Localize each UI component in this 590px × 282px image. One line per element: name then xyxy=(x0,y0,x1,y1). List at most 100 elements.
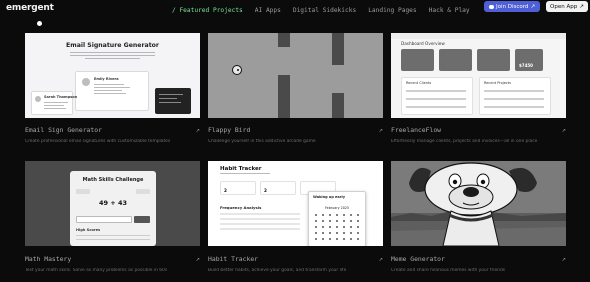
nav-landing-pages[interactable]: Landing Pages xyxy=(368,7,416,14)
calendar-day xyxy=(315,214,317,216)
calendar-day xyxy=(329,226,331,228)
calendar-day xyxy=(336,220,338,222)
stat-card: $7450 xyxy=(515,49,543,71)
join-discord-button[interactable]: Join Discord ↗ xyxy=(484,1,541,12)
project-description: Effortlessly manage clients, projects an… xyxy=(391,139,538,144)
open-app-label: Open App xyxy=(550,3,578,10)
signature-preview-card: Emily Rivera xyxy=(75,71,149,111)
calendar-habit-title: Waking up early xyxy=(313,195,345,199)
calendar-day xyxy=(357,214,359,216)
project-title[interactable]: Habit Tracker xyxy=(208,255,383,263)
calendar-day xyxy=(315,238,317,240)
project-title[interactable]: Email Sign Generator xyxy=(25,126,200,134)
project-description: Test your math skills. Solve as many pro… xyxy=(25,268,168,273)
calendar-day xyxy=(336,232,338,234)
cursor-dot xyxy=(37,21,42,26)
avatar xyxy=(35,96,41,102)
calendar-day xyxy=(350,220,352,222)
arrow-up-right-icon[interactable]: ↗ xyxy=(379,255,383,263)
category-nav: / Featured Projects AI Apps Digital Side… xyxy=(172,7,470,14)
arrow-up-right-icon[interactable]: ↗ xyxy=(562,126,566,134)
calendar-month: February 2025 xyxy=(324,206,350,210)
pipe-obstacle xyxy=(332,93,344,118)
project-thumbnail[interactable] xyxy=(208,33,383,118)
project-title[interactable]: Flappy Bird xyxy=(208,126,383,134)
calendar-day xyxy=(357,232,359,234)
calendar-day xyxy=(343,214,345,216)
project-thumbnail[interactable]: Habit Tracker 2 2 Frequency Analysis Wak… xyxy=(208,161,383,246)
calendar-day xyxy=(329,238,331,240)
math-challenge-panel: Math Skills Challenge 49 + 43 High Score… xyxy=(70,171,156,246)
answer-input xyxy=(76,216,132,223)
signature-name: Sarah Thompson xyxy=(44,95,78,99)
frequency-analysis-label: Frequency Analysis xyxy=(220,205,262,210)
high-scores-label: High Scores xyxy=(76,228,101,232)
discord-icon xyxy=(489,4,494,9)
stat-value: 2 xyxy=(264,188,267,193)
calendar-day xyxy=(315,226,317,228)
project-caption: Meme Generator Create and share hilariou… xyxy=(391,255,566,273)
project-title[interactable]: Math Mastery xyxy=(25,255,200,263)
arrow-up-right-icon[interactable]: ↗ xyxy=(562,255,566,263)
calendar-day xyxy=(343,232,345,234)
calendar-day xyxy=(343,220,345,222)
calendar-day xyxy=(329,232,331,234)
top-bar: emergent / Featured Projects AI Apps Dig… xyxy=(0,0,590,26)
nav-digital-sidekicks[interactable]: Digital Sidekicks xyxy=(293,7,356,14)
stat-card: 2 xyxy=(220,181,256,195)
panel-title: Recent Projects xyxy=(484,81,512,85)
calendar-day xyxy=(350,214,352,216)
thumb-heading: Habit Tracker xyxy=(220,166,262,172)
arrow-up-right-icon[interactable]: ↗ xyxy=(196,126,200,134)
signature-preview-dark xyxy=(155,88,191,114)
recent-projects-panel: Recent Projects xyxy=(479,77,551,115)
calendar-day xyxy=(329,214,331,216)
stat-card: 2 xyxy=(260,181,296,195)
stat-value: 2 xyxy=(224,188,227,193)
project-thumbnail[interactable]: Dashboard Overview $7450 Recent Clients … xyxy=(391,33,566,118)
calendar-day xyxy=(322,226,324,228)
calendar-day xyxy=(357,238,359,240)
project-description: Challenge yourself in this addictive arc… xyxy=(208,139,316,144)
arrow-up-right-icon[interactable]: ↗ xyxy=(379,126,383,134)
calendar-day xyxy=(322,220,324,222)
calendar-day xyxy=(336,226,338,228)
recent-clients-panel: Recent Clients xyxy=(401,77,473,115)
thumb-heading: Dashboard Overview xyxy=(401,41,445,46)
thumb-text-line xyxy=(70,55,155,57)
stat-card xyxy=(401,49,434,71)
project-title[interactable]: FreelanceFlow xyxy=(391,126,566,134)
nav-featured-projects[interactable]: / Featured Projects xyxy=(172,7,243,14)
thumb-text-line xyxy=(70,52,155,54)
join-discord-label: Join Discord xyxy=(496,3,529,10)
calendar-day xyxy=(322,232,324,234)
bird-sprite xyxy=(232,65,242,75)
calendar-day xyxy=(315,220,317,222)
project-caption: Email Sign Generator Create professional… xyxy=(25,126,200,144)
project-thumbnail[interactable]: Email Signature Generator Emily Rivera S… xyxy=(25,33,200,118)
pipe-obstacle xyxy=(278,33,290,47)
avatar xyxy=(82,78,90,86)
calendar-day xyxy=(329,220,331,222)
project-thumbnail[interactable] xyxy=(391,161,566,246)
arrow-up-right-icon[interactable]: ↗ xyxy=(196,255,200,263)
external-link-icon: ↗ xyxy=(530,3,536,10)
nav-ai-apps[interactable]: AI Apps xyxy=(255,7,281,14)
brand-logo[interactable]: emergent xyxy=(6,3,54,13)
calendar-day xyxy=(343,226,345,228)
submit-button xyxy=(134,216,150,223)
signature-name: Emily Rivera xyxy=(94,77,119,81)
thumb-heading: Email Signature Generator xyxy=(66,42,159,49)
open-app-button[interactable]: Open App ↗ xyxy=(546,1,588,12)
project-caption: FreelanceFlow Effortlessly manage client… xyxy=(391,126,566,144)
project-caption: Math Mastery Test your math skills. Solv… xyxy=(25,255,200,273)
thumb-text-line xyxy=(85,58,140,60)
project-title[interactable]: Meme Generator xyxy=(391,255,566,263)
nav-hack-and-play[interactable]: Hack & Play xyxy=(429,7,470,14)
thumb-heading: Math Skills Challenge xyxy=(82,177,144,183)
calendar-day xyxy=(357,220,359,222)
project-thumbnail[interactable]: Math Skills Challenge 49 + 43 High Score… xyxy=(25,161,200,246)
calendar-popup: Waking up early February 2025 xyxy=(308,191,366,246)
signature-preview-card: Sarah Thompson xyxy=(31,91,77,115)
calendar-day xyxy=(350,226,352,228)
